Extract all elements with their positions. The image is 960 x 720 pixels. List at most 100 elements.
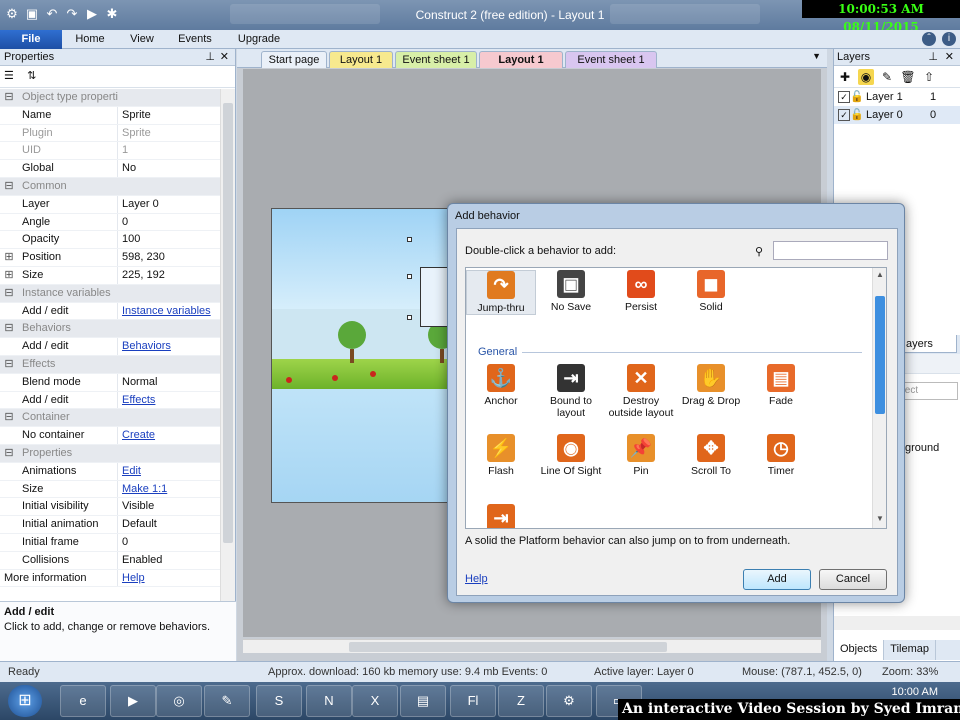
undo-icon[interactable]: ↶ xyxy=(44,6,60,22)
property-row[interactable]: Add / edit Instance variables xyxy=(0,302,220,321)
property-link[interactable]: Edit xyxy=(118,463,220,480)
property-row[interactable]: Global No xyxy=(0,160,220,178)
property-row[interactable]: Initial visibility Visible xyxy=(0,498,220,517)
property-row[interactable]: Plugin Sprite xyxy=(0,124,220,143)
property-link[interactable]: Create xyxy=(118,427,220,444)
scroll-up-icon[interactable]: ▲ xyxy=(875,270,885,280)
resize-handle[interactable] xyxy=(407,274,412,279)
property-row[interactable]: Opacity 100 xyxy=(0,231,220,250)
save-icon[interactable]: ▣ xyxy=(24,6,40,22)
behavior-search-input[interactable] xyxy=(773,241,888,260)
add-layer-icon[interactable]: ✚ xyxy=(837,69,853,85)
app-menu-icon[interactable]: ⚙ xyxy=(4,6,20,22)
property-category[interactable]: ⊟ Object type properties xyxy=(0,89,220,107)
property-row[interactable]: More information Help xyxy=(0,569,220,588)
collapse-icon[interactable]: ⊟ xyxy=(0,89,18,106)
layer-row[interactable]: ✓ 🔓 Layer 1 1 xyxy=(834,88,960,106)
excel-icon[interactable]: X xyxy=(352,685,398,717)
behavior-item[interactable]: ◉ Line Of Sight xyxy=(536,434,606,477)
tab-home[interactable]: Home xyxy=(68,30,112,49)
expand-icon[interactable]: ⊞ xyxy=(0,267,18,284)
tab-layout-1-active[interactable]: Layout 1 xyxy=(479,51,563,68)
tabs-dropdown-icon[interactable]: ▼ xyxy=(812,51,821,61)
properties-scrollbar[interactable] xyxy=(220,89,235,647)
minimize-ribbon-icon[interactable]: ˆ xyxy=(922,32,936,46)
scroll-down-icon[interactable]: ▼ xyxy=(875,514,885,524)
property-row[interactable]: Initial animation Default xyxy=(0,516,220,534)
collapse-icon[interactable]: ⊟ xyxy=(0,320,18,337)
behavior-item[interactable]: ✕ Destroy outside layout xyxy=(606,364,676,419)
tab-events[interactable]: Events xyxy=(172,30,218,49)
property-row[interactable]: No container Create xyxy=(0,427,220,445)
lock-icon[interactable]: 🔓 xyxy=(850,88,864,106)
start-button-icon[interactable]: ⊞ xyxy=(8,685,42,717)
close-icon[interactable]: ✕ xyxy=(220,49,229,66)
onenote-icon[interactable]: N xyxy=(306,685,352,717)
property-row[interactable]: Blend mode Normal xyxy=(0,373,220,392)
property-link[interactable]: Make 1:1 xyxy=(118,481,220,498)
tab-event-sheet-1[interactable]: Event sheet 1 xyxy=(395,51,477,68)
flash-icon[interactable]: Fl xyxy=(450,685,496,717)
sort-alpha-icon[interactable]: ⇅ xyxy=(27,69,43,82)
property-row[interactable]: Layer Layer 0 xyxy=(0,195,220,214)
property-link[interactable]: Effects xyxy=(118,392,220,409)
ie-icon[interactable]: e xyxy=(60,685,106,717)
help-link[interactable]: Help xyxy=(465,573,488,585)
behavior-item[interactable]: 📌 Pin xyxy=(606,434,676,477)
behavior-item[interactable]: ⚡ Flash xyxy=(466,434,536,477)
property-category[interactable]: ⊟ Instance variables xyxy=(0,284,220,303)
property-category[interactable]: ⊟ Container xyxy=(0,409,220,428)
tab-layers[interactable]: ayers xyxy=(903,335,957,353)
collapse-icon[interactable]: ⊟ xyxy=(0,409,18,426)
property-category[interactable]: ⊟ Behaviors xyxy=(0,320,220,339)
property-row[interactable]: Initial frame 0 xyxy=(0,533,220,552)
tab-tilemap[interactable]: Tilemap xyxy=(884,640,937,660)
categorized-icon[interactable]: ☰ xyxy=(4,69,20,82)
notes-icon[interactable]: ✎ xyxy=(204,685,250,717)
behavior-item[interactable]: ◷ Timer xyxy=(746,434,816,477)
canvas-horizontal-scrollbar[interactable] xyxy=(243,639,821,653)
behavior-item[interactable]: ∞ Persist xyxy=(606,270,676,313)
collapse-icon[interactable]: ⊟ xyxy=(0,445,18,462)
behavior-list-scrollbar[interactable]: ▲ ▼ xyxy=(872,268,886,528)
tab-start-page[interactable]: Start page xyxy=(261,51,327,68)
property-link[interactable]: Help xyxy=(118,570,220,587)
layer-visible-checkbox[interactable]: ✓ xyxy=(838,109,850,121)
property-row[interactable]: Add / edit Behaviors xyxy=(0,338,220,356)
pin-icon[interactable]: ⊥ xyxy=(205,49,215,66)
resize-handle[interactable] xyxy=(407,237,412,242)
settings-icon[interactable]: ⚙ xyxy=(546,685,592,717)
property-row[interactable]: ⊞ Position 598, 230 xyxy=(0,249,220,267)
scrollbar-thumb[interactable] xyxy=(223,103,233,543)
behavior-item[interactable]: ↷ Jump-thru xyxy=(466,270,536,315)
collapse-icon[interactable]: ⊟ xyxy=(0,356,18,373)
property-row[interactable]: Angle 0 xyxy=(0,213,220,232)
skype-icon[interactable]: S xyxy=(256,685,302,717)
property-row[interactable]: ⊞ Size 225, 192 xyxy=(0,266,220,285)
property-category[interactable]: ⊟ Common xyxy=(0,177,220,196)
property-category[interactable]: ⊟ Effects xyxy=(0,355,220,374)
tab-view[interactable]: View xyxy=(120,30,164,49)
eye-icon[interactable]: ◉ xyxy=(858,69,874,85)
property-row[interactable]: Name Sprite xyxy=(0,106,220,125)
file-menu-tab[interactable]: File xyxy=(0,30,62,49)
tab-layout-1[interactable]: Layout 1 xyxy=(329,51,393,68)
behavior-item[interactable]: ✥ Scroll To xyxy=(676,434,746,477)
add-button[interactable]: Add xyxy=(743,569,811,590)
run-layout-icon[interactable]: ▶ xyxy=(84,6,100,22)
move-layer-up-icon[interactable]: ⇧ xyxy=(921,69,937,85)
property-row[interactable]: Collisions Enabled xyxy=(0,551,220,570)
construct-icon[interactable]: Z xyxy=(498,685,544,717)
redo-icon[interactable]: ↷ xyxy=(64,6,80,22)
property-row[interactable]: Size Make 1:1 xyxy=(0,480,220,499)
layer-visible-checkbox[interactable]: ✓ xyxy=(838,91,850,103)
objects-scrollbar[interactable] xyxy=(834,616,960,630)
property-row[interactable]: Animations Edit xyxy=(0,462,220,481)
behavior-item[interactable]: ⚓ Anchor xyxy=(466,364,536,407)
delete-layer-icon[interactable]: 🗑 xyxy=(900,69,916,85)
expand-icon[interactable]: ⊞ xyxy=(0,249,18,266)
about-icon[interactable]: i xyxy=(942,32,956,46)
lock-icon[interactable]: 🔓 xyxy=(850,106,864,124)
pin-icon[interactable]: ⊥ xyxy=(928,49,938,66)
tab-event-sheet-1-b[interactable]: Event sheet 1 xyxy=(565,51,657,68)
